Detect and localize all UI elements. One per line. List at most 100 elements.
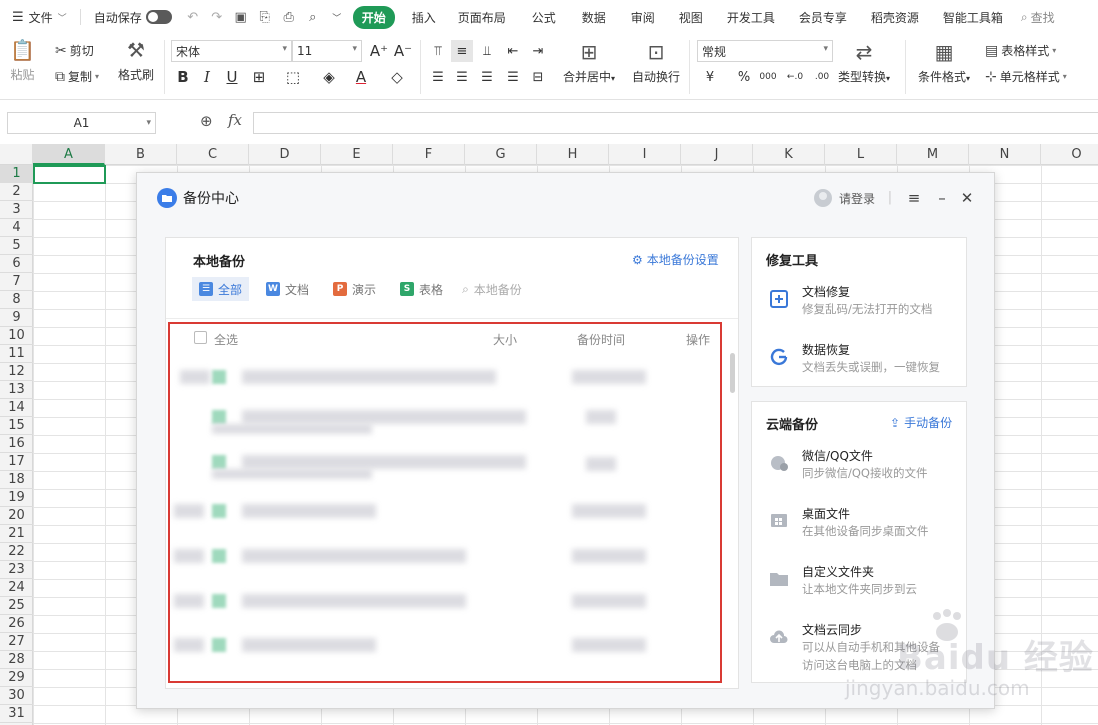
row-header[interactable]: 9	[0, 309, 33, 327]
column-header[interactable]: G	[465, 144, 537, 165]
row-header[interactable]: 12	[0, 363, 33, 381]
column-header[interactable]: N	[969, 144, 1041, 165]
column-header[interactable]: H	[537, 144, 609, 165]
row-header[interactable]: 1	[0, 165, 33, 183]
column-header[interactable]: F	[393, 144, 465, 165]
menu-icon[interactable]: ≡	[905, 189, 923, 207]
align-right-icon[interactable]: ☰	[476, 66, 498, 88]
list-item[interactable]	[166, 404, 738, 436]
filter-presentation[interactable]: P 演示	[326, 277, 383, 301]
doc-repair-item[interactable]: 文档修复 修复乱码/无法打开的文档	[766, 284, 966, 326]
zoom-icon[interactable]: ⊕	[200, 112, 213, 130]
search-button[interactable]: ⌕ 查找	[1015, 0, 1055, 34]
row-header[interactable]: 24	[0, 579, 33, 597]
clear-format-icon[interactable]: ◇	[386, 66, 408, 88]
local-backup-settings-link[interactable]: ⚙ 本地备份设置	[632, 251, 719, 268]
more-chevron-icon[interactable]: ﹀	[325, 0, 349, 34]
fill-color-icon[interactable]: ◈	[318, 66, 340, 88]
currency-icon[interactable]: ¥	[699, 66, 721, 88]
number-format-select[interactable]: 常规 ▾	[697, 40, 833, 62]
row-header[interactable]: 27	[0, 633, 33, 651]
row-header[interactable]: 17	[0, 453, 33, 471]
print-icon[interactable]: ⎙	[277, 0, 301, 34]
column-header[interactable]: D	[249, 144, 321, 165]
conditional-format-button[interactable]: ▦ 条件格式▾	[918, 40, 970, 85]
row-header[interactable]: 8	[0, 291, 33, 309]
redo-icon[interactable]: ↷	[205, 0, 229, 34]
row-header[interactable]: 21	[0, 525, 33, 543]
paste-button[interactable]: 📋 粘贴	[10, 38, 35, 83]
distributed-icon[interactable]: ⊟	[527, 66, 549, 88]
list-item[interactable]	[166, 585, 738, 617]
undo-icon[interactable]: ↶	[181, 0, 205, 34]
autosave-toggle[interactable]: 自动保存	[85, 0, 181, 34]
filter-sheets[interactable]: S 表格	[393, 277, 450, 301]
scrollbar-thumb[interactable]	[730, 353, 735, 393]
column-header[interactable]: M	[897, 144, 969, 165]
row-header[interactable]: 23	[0, 561, 33, 579]
column-header[interactable]: L	[825, 144, 897, 165]
row-header[interactable]: 14	[0, 399, 33, 417]
format-painter-button[interactable]: ⚒ 格式刷	[118, 38, 154, 83]
desktop-files-item[interactable]: 桌面文件 在其他设备同步桌面文件	[766, 506, 966, 548]
copy-button[interactable]: ⧉ 复制 ▾	[55, 68, 99, 85]
align-center-icon[interactable]: ☰	[451, 66, 473, 88]
increase-decimal-icon[interactable]: ←.0	[784, 66, 806, 88]
column-header[interactable]: O	[1041, 144, 1098, 165]
filter-all[interactable]: ☰ 全部	[192, 277, 250, 301]
data-recovery-item[interactable]: 数据恢复 文档丢失或误删，一键恢复	[766, 342, 966, 384]
tab-docer[interactable]: 稻壳资源	[859, 0, 931, 34]
wechat-qq-item[interactable]: 微信/QQ文件 同步微信/QQ接收的文件	[766, 448, 966, 490]
active-cell[interactable]	[33, 165, 106, 184]
row-header[interactable]: 19	[0, 489, 33, 507]
row-header[interactable]: 25	[0, 597, 33, 615]
tab-formulas[interactable]: 公式	[519, 0, 569, 34]
row-header[interactable]: 29	[0, 669, 33, 687]
manual-backup-link[interactable]: ⇪ 手动备份	[890, 414, 952, 431]
name-box[interactable]: A1 ▾	[7, 112, 156, 134]
row-header[interactable]: 31	[0, 705, 33, 723]
row-header[interactable]: 13	[0, 381, 33, 399]
border-icon[interactable]: ⊞	[248, 66, 270, 88]
align-top-icon[interactable]: ⫪	[427, 40, 449, 62]
minimize-icon[interactable]: –	[933, 189, 951, 207]
type-convert-button[interactable]: ⇄ 类型转换▾	[838, 40, 890, 85]
row-header[interactable]: 15	[0, 417, 33, 435]
list-item[interactable]	[166, 495, 738, 527]
column-header[interactable]: B	[105, 144, 177, 165]
tab-review[interactable]: 审阅	[619, 0, 667, 34]
row-header[interactable]: 28	[0, 651, 33, 669]
tab-member[interactable]: 会员专享	[787, 0, 859, 34]
row-header[interactable]: 3	[0, 201, 33, 219]
row-header[interactable]: 5	[0, 237, 33, 255]
font-size-select[interactable]: 11 ▾	[292, 40, 362, 62]
row-header[interactable]: 10	[0, 327, 33, 345]
decrease-font-icon[interactable]: A⁻	[392, 40, 414, 62]
tab-insert[interactable]: 插入	[403, 0, 445, 34]
row-header[interactable]: 22	[0, 543, 33, 561]
merge-center-button[interactable]: ⊞ 合并居中▾	[563, 40, 615, 85]
align-bottom-icon[interactable]: ⫫	[476, 40, 498, 62]
thousands-icon[interactable]: 000	[757, 66, 779, 88]
column-header[interactable]: K	[753, 144, 825, 165]
row-header[interactable]: 4	[0, 219, 33, 237]
row-header[interactable]: 30	[0, 687, 33, 705]
toggle-switch[interactable]	[145, 10, 172, 24]
increase-font-icon[interactable]: A⁺	[368, 40, 390, 62]
login-button[interactable]: 请登录	[814, 189, 875, 207]
select-all-corner[interactable]	[0, 144, 33, 165]
row-header[interactable]: 18	[0, 471, 33, 489]
column-header[interactable]: A	[33, 144, 105, 165]
close-icon[interactable]: ✕	[958, 189, 976, 207]
column-header[interactable]: C	[177, 144, 249, 165]
column-header[interactable]: I	[609, 144, 681, 165]
backup-file-list[interactable]: 全选 大小 备份时间 操作	[166, 318, 738, 688]
tab-toolbox[interactable]: 智能工具箱	[931, 0, 1015, 34]
cell-style-button[interactable]: ⊹ 单元格样式 ▾	[985, 68, 1067, 85]
row-header[interactable]: 20	[0, 507, 33, 525]
print-preview-icon[interactable]: ⌕	[301, 0, 325, 34]
custom-folder-item[interactable]: 自定义文件夹 让本地文件夹同步到云	[766, 564, 966, 606]
percent-icon[interactable]: %	[733, 66, 755, 88]
fx-icon[interactable]: fx	[228, 111, 242, 129]
tab-developer[interactable]: 开发工具	[715, 0, 787, 34]
